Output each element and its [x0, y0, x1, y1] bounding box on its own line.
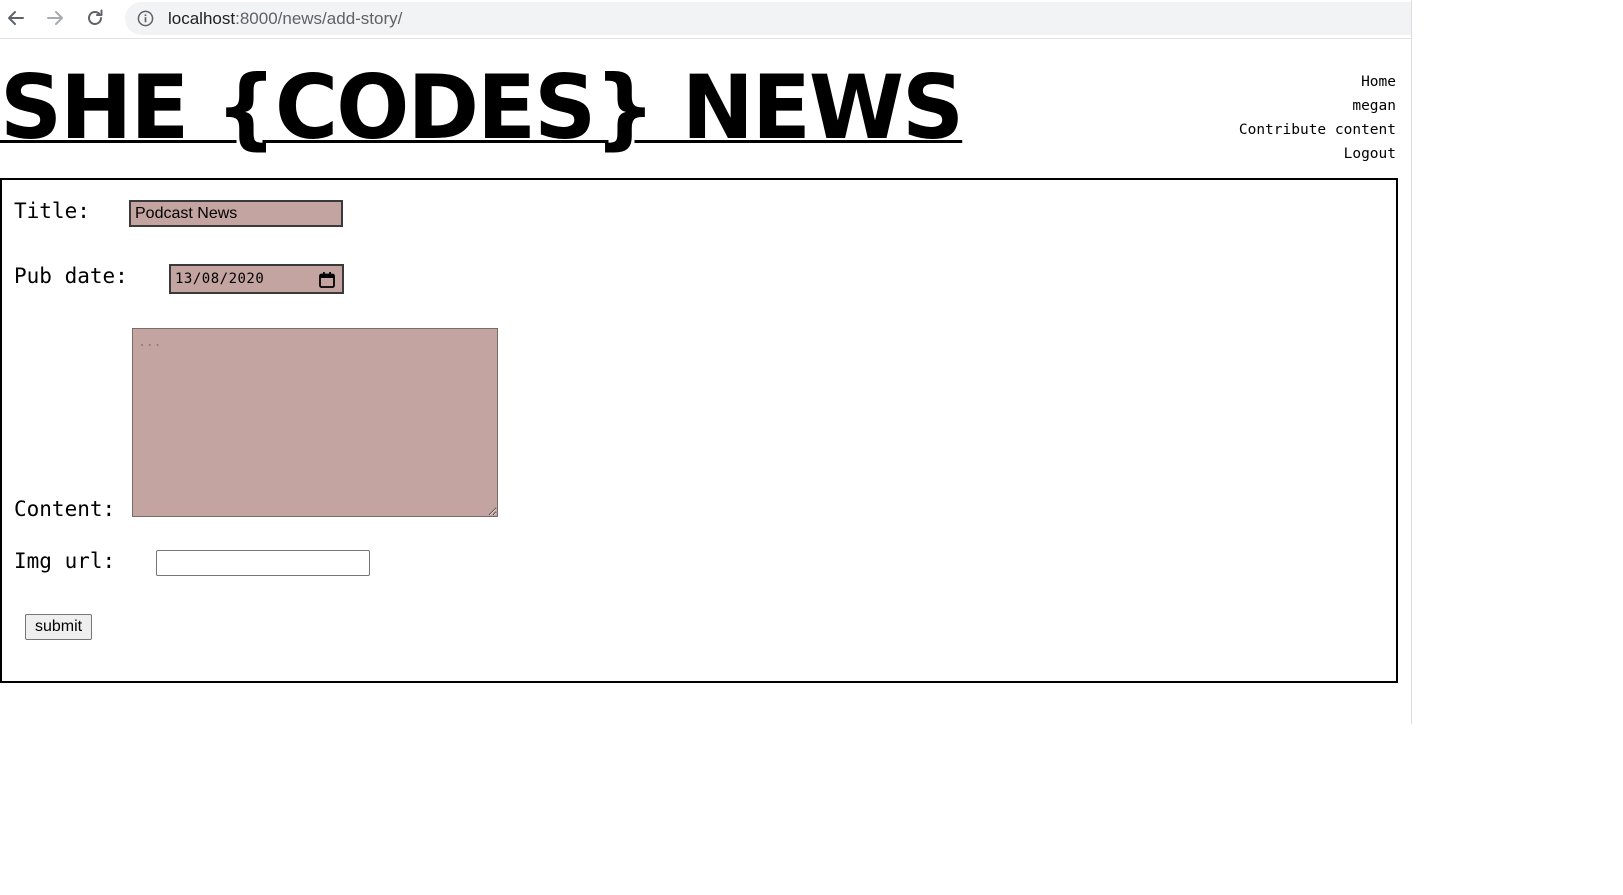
pub-date-value: 13/08/2020: [175, 271, 265, 287]
pub-date-input[interactable]: 13/08/2020: [169, 264, 344, 294]
nav-contribute-link[interactable]: Contribute content: [1239, 118, 1396, 142]
arrow-right-icon: [47, 11, 63, 25]
forward-button[interactable]: [42, 5, 68, 31]
add-story-form: Title: Pub date: 13/08/2020 Content: Img…: [0, 178, 1398, 683]
browser-viewport: localhost:8000/news/add-story/ SHE {CODE…: [0, 0, 1412, 724]
info-icon[interactable]: [137, 10, 154, 27]
content-label: Content:: [14, 497, 116, 521]
title-label: Title:: [14, 199, 90, 223]
pub-date-label: Pub date:: [14, 264, 128, 288]
img-url-label: Img url:: [14, 549, 116, 573]
nav-home-link[interactable]: Home: [1239, 70, 1396, 94]
submit-button[interactable]: submit: [25, 614, 92, 640]
site-nav: Home megan Contribute content Logout: [1239, 70, 1396, 166]
site-title-link[interactable]: SHE {CODES} NEWS: [0, 58, 964, 158]
nav-user-link[interactable]: megan: [1239, 94, 1396, 118]
nav-logout-link[interactable]: Logout: [1239, 142, 1396, 166]
arrow-left-icon: [8, 11, 24, 25]
title-input[interactable]: [129, 200, 343, 227]
url-text: localhost:8000/news/add-story/: [168, 10, 402, 28]
back-button[interactable]: [3, 5, 29, 31]
reload-icon: [88, 9, 103, 25]
browser-toolbar: localhost:8000/news/add-story/: [0, 0, 1411, 39]
img-url-input[interactable]: [156, 550, 370, 576]
calendar-icon[interactable]: [318, 271, 336, 289]
address-bar[interactable]: localhost:8000/news/add-story/: [125, 2, 1411, 35]
url-host: localhost: [168, 9, 236, 28]
reload-button[interactable]: [82, 5, 108, 31]
content-textarea[interactable]: [132, 328, 498, 517]
url-path: :8000/news/add-story/: [235, 9, 403, 28]
